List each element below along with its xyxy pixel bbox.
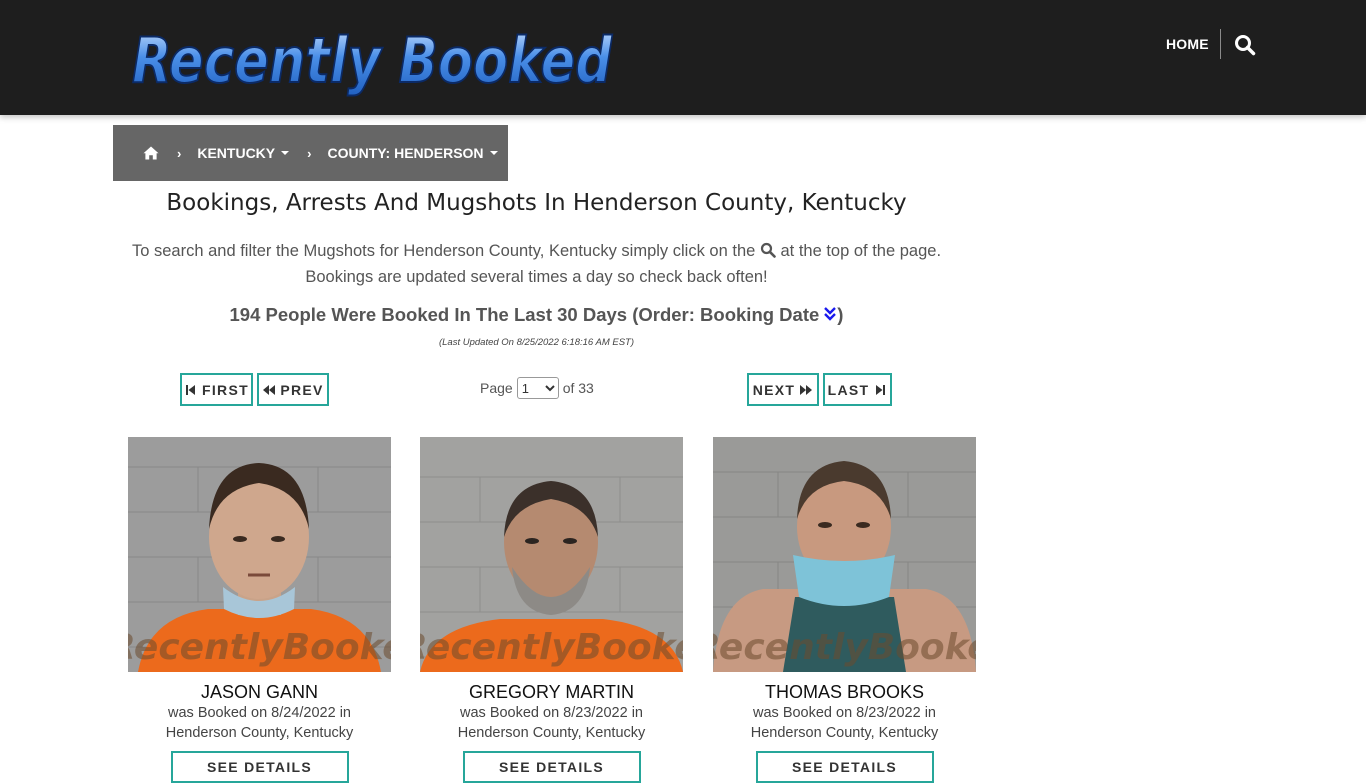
rewind-icon: [263, 384, 276, 395]
first-page-label: FIRST: [202, 381, 249, 398]
watermark-text: RecentlyBooked.com: [420, 627, 683, 668]
caret-down-icon: [281, 151, 290, 155]
next-page-button[interactable]: NEXT: [747, 373, 819, 406]
booking-count: 194 People Were Booked In The Last 30 Da…: [113, 304, 960, 326]
first-page-button[interactable]: FIRST: [180, 373, 253, 406]
breadcrumb: › KENTUCKY › COUNTY: HENDERSON: [113, 125, 508, 181]
nav-home-link[interactable]: HOME: [1166, 36, 1209, 52]
watermark-text: RecentlyBooked.com: [713, 627, 976, 668]
page-label: Page: [480, 380, 513, 396]
desc-text-before: To search and filter the Mugshots for He…: [131, 242, 756, 260]
skip-last-icon: [876, 384, 886, 395]
skip-first-icon: [186, 384, 196, 395]
booking-card[interactable]: RecentlyBooked.com GREGORY MARTIN was Bo…: [420, 437, 683, 783]
mugshot-photo[interactable]: RecentlyBooked.com: [713, 437, 976, 672]
booking-card[interactable]: RecentlyBooked.com JASON GANN was Booked…: [128, 437, 391, 783]
last-page-label: LAST: [827, 381, 870, 398]
see-details-button[interactable]: SEE DETAILS: [462, 751, 641, 783]
site-logo[interactable]: Recently Booked: [126, 14, 626, 98]
search-icon[interactable]: [1234, 34, 1256, 56]
booking-count-close: ): [837, 304, 844, 325]
last-page-button[interactable]: LAST: [823, 373, 892, 406]
nav-divider: [1220, 29, 1221, 59]
prev-page-label: PREV: [280, 381, 324, 398]
mugshot-photo[interactable]: RecentlyBooked.com: [420, 437, 683, 672]
caret-down-icon: [489, 151, 498, 155]
next-page-label: NEXT: [752, 381, 796, 398]
booking-count-text: 194 People Were Booked In The Last 30 Da…: [229, 304, 820, 325]
booking-date-text: was Booked on 8/24/2022 in: [168, 705, 351, 721]
logo-text: Recently Booked: [132, 24, 613, 97]
booking-location-text: Henderson County, Kentucky: [750, 725, 939, 741]
booking-date-text: was Booked on 8/23/2022 in: [460, 705, 643, 721]
page-title: Bookings, Arrests And Mugshots In Hender…: [166, 190, 907, 216]
desc-line-2: Bookings are updated several times a day…: [305, 268, 768, 286]
inmate-name[interactable]: JASON GANN: [128, 682, 391, 703]
page-total-label: of 33: [562, 380, 594, 396]
home-icon[interactable]: [143, 145, 159, 161]
sort-order-toggle-icon[interactable]: [823, 305, 837, 321]
search-icon: [760, 240, 776, 258]
site-header: Recently Booked HOME: [0, 0, 1366, 115]
inmate-name[interactable]: THOMAS BROOKS: [713, 682, 976, 703]
booking-location-text: Henderson County, Kentucky: [165, 725, 354, 741]
last-updated: (Last Updated On 8/25/2022 6:18:16 AM ES…: [438, 337, 635, 348]
see-details-button[interactable]: SEE DETAILS: [170, 751, 349, 783]
chevron-right-icon: ›: [307, 145, 312, 161]
chevron-right-icon: ›: [177, 145, 182, 161]
prev-page-button[interactable]: PREV: [257, 373, 329, 406]
inmate-name[interactable]: GREGORY MARTIN: [420, 682, 683, 703]
see-details-button[interactable]: SEE DETAILS: [755, 751, 934, 783]
page-select[interactable]: 1: [516, 377, 559, 399]
breadcrumb-county-dropdown[interactable]: COUNTY: HENDERSON: [327, 145, 498, 161]
booking-date-text: was Booked on 8/23/2022 in: [753, 705, 936, 721]
page-selector: Page 1 of 33: [480, 377, 594, 399]
breadcrumb-county-label: COUNTY: HENDERSON: [327, 145, 484, 161]
desc-text-after: at the top of the page.: [780, 242, 942, 260]
booking-card[interactable]: RecentlyBooked.com THOMAS BROOKS was Boo…: [713, 437, 976, 783]
page-description: To search and filter the Mugshots for He…: [113, 238, 960, 290]
fast-forward-icon: [800, 384, 813, 395]
booking-location-text: Henderson County, Kentucky: [457, 725, 646, 741]
watermark-text: RecentlyBooked.com: [128, 627, 391, 668]
breadcrumb-state-label: KENTUCKY: [197, 145, 276, 161]
mugshot-photo[interactable]: RecentlyBooked.com: [128, 437, 391, 672]
breadcrumb-state-dropdown[interactable]: KENTUCKY: [197, 145, 290, 161]
